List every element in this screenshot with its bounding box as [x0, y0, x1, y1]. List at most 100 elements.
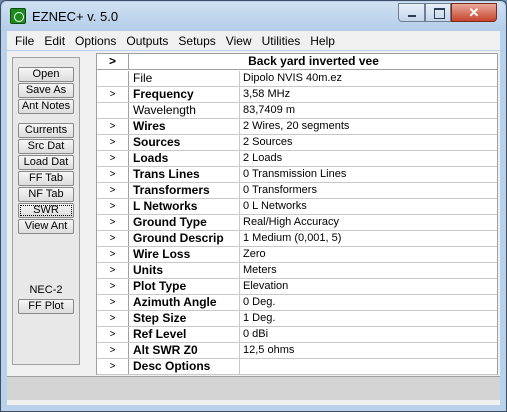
- table-row: > Transformers 0 Transformers: [97, 183, 497, 199]
- table-row: > Sources 2 Sources: [97, 135, 497, 151]
- column-divider: [239, 103, 240, 118]
- row-edit-button[interactable]: >: [97, 215, 129, 230]
- row-label: Wire Loss: [133, 247, 191, 261]
- antenna-title[interactable]: Back yard inverted vee: [130, 54, 497, 69]
- src-dat-button[interactable]: Src Dat: [18, 139, 74, 154]
- ff-tab-button[interactable]: FF Tab: [18, 171, 74, 186]
- load-dat-button[interactable]: Load Dat: [18, 155, 74, 170]
- menu-bar: File Edit Options Outputs Setups View Ut…: [7, 31, 500, 50]
- table-row: > Alt SWR Z0 12,5 ohms: [97, 343, 497, 359]
- ant-notes-button[interactable]: Ant Notes: [18, 99, 74, 114]
- menu-view[interactable]: View: [222, 34, 256, 48]
- table-row: > Loads 2 Loads: [97, 151, 497, 167]
- eznec-app-icon[interactable]: [10, 8, 26, 24]
- maximize-button[interactable]: [425, 3, 451, 22]
- ff-plot-button[interactable]: FF Plot: [18, 299, 74, 314]
- row-value: 3,58 MHz: [243, 88, 291, 100]
- row-label: Units: [133, 263, 163, 277]
- title-bar: EZNEC+ v. 5.0 ✕: [2, 2, 505, 31]
- nf-tab-button[interactable]: NF Tab: [18, 187, 74, 202]
- row-value: 1 Medium (0,001, 5): [243, 232, 342, 244]
- column-divider: [239, 135, 240, 150]
- table-row: > Frequency 3,58 MHz: [97, 87, 497, 103]
- row-value: 2 Wires, 20 segments: [243, 120, 350, 132]
- row-value: 12,5 ohms: [243, 344, 295, 356]
- title-expand-button[interactable]: >: [97, 54, 129, 69]
- menu-options[interactable]: Options: [71, 34, 120, 48]
- row-label: Wires: [133, 119, 166, 133]
- column-divider: [239, 231, 240, 246]
- row-label: Trans Lines: [133, 167, 200, 181]
- table-row: > Step Size 1 Deg.: [97, 311, 497, 327]
- menu-outputs[interactable]: Outputs: [122, 34, 172, 48]
- menu-edit[interactable]: Edit: [40, 34, 69, 48]
- row-label: Frequency: [133, 87, 194, 101]
- row-value: 2 Loads: [243, 152, 283, 164]
- row-value: Zero: [243, 248, 266, 260]
- row-edit-button[interactable]: >: [97, 359, 129, 374]
- row-label: Desc Options: [133, 359, 211, 373]
- row-label: File: [133, 71, 153, 85]
- column-divider: [239, 311, 240, 326]
- column-divider: [239, 119, 240, 134]
- swr-button[interactable]: SWR: [18, 203, 74, 218]
- table-row: > Wires 2 Wires, 20 segments: [97, 119, 497, 135]
- row-edit-button[interactable]: >: [97, 119, 129, 134]
- currents-button[interactable]: Currents: [18, 123, 74, 138]
- column-divider: [239, 199, 240, 214]
- save-as-button[interactable]: Save As: [18, 83, 74, 98]
- row-edit-button[interactable]: >: [97, 247, 129, 262]
- row-edit-button[interactable]: >: [97, 343, 129, 358]
- menu-help[interactable]: Help: [306, 34, 339, 48]
- row-value: 0 Deg.: [243, 296, 276, 308]
- close-button[interactable]: ✕: [451, 3, 497, 22]
- row-edit-button[interactable]: >: [97, 135, 129, 150]
- row-edit-button[interactable]: >: [97, 327, 129, 342]
- menu-file[interactable]: File: [11, 34, 38, 48]
- row-label: Ground Type: [133, 215, 207, 229]
- column-divider: [239, 183, 240, 198]
- row-value: 1 Deg.: [243, 312, 276, 324]
- row-value: 0 Transformers: [243, 184, 317, 196]
- row-edit-button[interactable]: >: [97, 263, 129, 278]
- row-edit-button[interactable]: >: [97, 295, 129, 310]
- table-row: > Ground Type Real/High Accuracy: [97, 215, 497, 231]
- row-edit-button[interactable]: >: [97, 167, 129, 182]
- row-value: 0 Transmission Lines: [243, 168, 347, 180]
- row-edit-button[interactable]: >: [97, 311, 129, 326]
- table-row: Wavelength 83,7409 m: [97, 103, 497, 119]
- client-area: Open Save As Ant Notes Currents Src Dat …: [7, 51, 500, 405]
- table-row: > Wire Loss Zero: [97, 247, 497, 263]
- table-row: > Desc Options: [97, 359, 497, 375]
- menu-setups[interactable]: Setups: [174, 34, 219, 48]
- column-divider: [239, 359, 240, 374]
- app-window: EZNEC+ v. 5.0 ✕ File Edit Options Output…: [0, 0, 507, 412]
- table-row: > Trans Lines 0 Transmission Lines: [97, 167, 497, 183]
- column-divider: [239, 167, 240, 182]
- row-label: Azimuth Angle: [133, 295, 217, 309]
- column-divider: [239, 295, 240, 310]
- column-divider: [239, 215, 240, 230]
- row-label: Ground Descrip: [133, 231, 224, 245]
- column-divider: [239, 71, 240, 86]
- row-edit-button[interactable]: >: [97, 183, 129, 198]
- row-value: Meters: [243, 264, 277, 276]
- row-edit-button[interactable]: >: [97, 151, 129, 166]
- row-edit-button[interactable]: >: [97, 87, 129, 102]
- row-edit-button[interactable]: >: [97, 231, 129, 246]
- table-row: > Azimuth Angle 0 Deg.: [97, 295, 497, 311]
- row-edit-button: [97, 103, 129, 118]
- column-divider: [239, 263, 240, 278]
- row-value: 0 L Networks: [243, 200, 307, 212]
- table-row: > Units Meters: [97, 263, 497, 279]
- open-button[interactable]: Open: [18, 67, 74, 82]
- menu-utilities[interactable]: Utilities: [258, 34, 305, 48]
- column-divider: [239, 87, 240, 102]
- row-edit-button[interactable]: >: [97, 199, 129, 214]
- view-ant-button[interactable]: View Ant: [18, 219, 74, 234]
- row-value: 83,7409 m: [243, 104, 295, 116]
- row-label: Ref Level: [133, 327, 187, 341]
- row-label: Plot Type: [133, 279, 187, 293]
- minimize-button[interactable]: [398, 3, 425, 22]
- row-edit-button[interactable]: >: [97, 279, 129, 294]
